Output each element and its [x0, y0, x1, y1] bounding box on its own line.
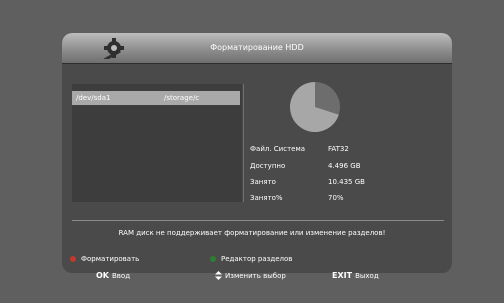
exit-hint[interactable]: EXIT Выход [332, 271, 379, 280]
format-action-label: Форматировать [81, 255, 140, 263]
red-button-icon [70, 256, 76, 262]
format-action[interactable]: Форматировать [70, 255, 139, 263]
ok-hint[interactable]: OK Ввод [96, 271, 130, 280]
panel-divider [243, 84, 244, 202]
format-hdd-window: Форматирование HDD [62, 33, 452, 273]
partition-editor-label: Редактор разделов [221, 255, 293, 263]
usage-pie-chart [290, 82, 340, 132]
partition-editor-action[interactable]: Редактор разделов [210, 255, 292, 263]
exit-key: EXIT [332, 271, 353, 280]
device-name: /dev/sda1 [76, 94, 111, 102]
filesystem-label: Файл. Система [250, 145, 306, 153]
ramdisk-warning: RAM диск не поддерживает форматирование … [118, 229, 386, 237]
used-label: Занято [250, 178, 276, 186]
device-row-sda1[interactable]: /dev/sda1 /storage/c [72, 91, 240, 105]
title-bar: Форматирование HDD [62, 33, 452, 64]
exit-label: Выход [355, 271, 379, 280]
used-value: 10.435 GB [328, 178, 365, 186]
used-percent-value: 70% [328, 194, 344, 202]
used-percent-label: Занято% [250, 194, 283, 202]
action-bar: Форматировать Редактор разделов [70, 255, 440, 269]
window-title: Форматирование HDD [210, 43, 304, 52]
footer-hints: OK Ввод Изменить выбор EXIT Выход [62, 271, 452, 285]
available-label: Доступно [250, 162, 286, 170]
filesystem-value: FAT32 [328, 145, 349, 153]
ok-label: Ввод [112, 271, 131, 280]
available-value: 4.496 GB [328, 162, 361, 170]
up-down-arrows-icon [215, 271, 222, 280]
content-separator [72, 220, 444, 221]
nav-label: Изменить выбор [225, 271, 286, 280]
nav-hint[interactable]: Изменить выбор [215, 271, 286, 280]
green-button-icon [210, 256, 216, 262]
device-mount: /storage/c [164, 94, 200, 102]
ok-key: OK [96, 271, 109, 280]
